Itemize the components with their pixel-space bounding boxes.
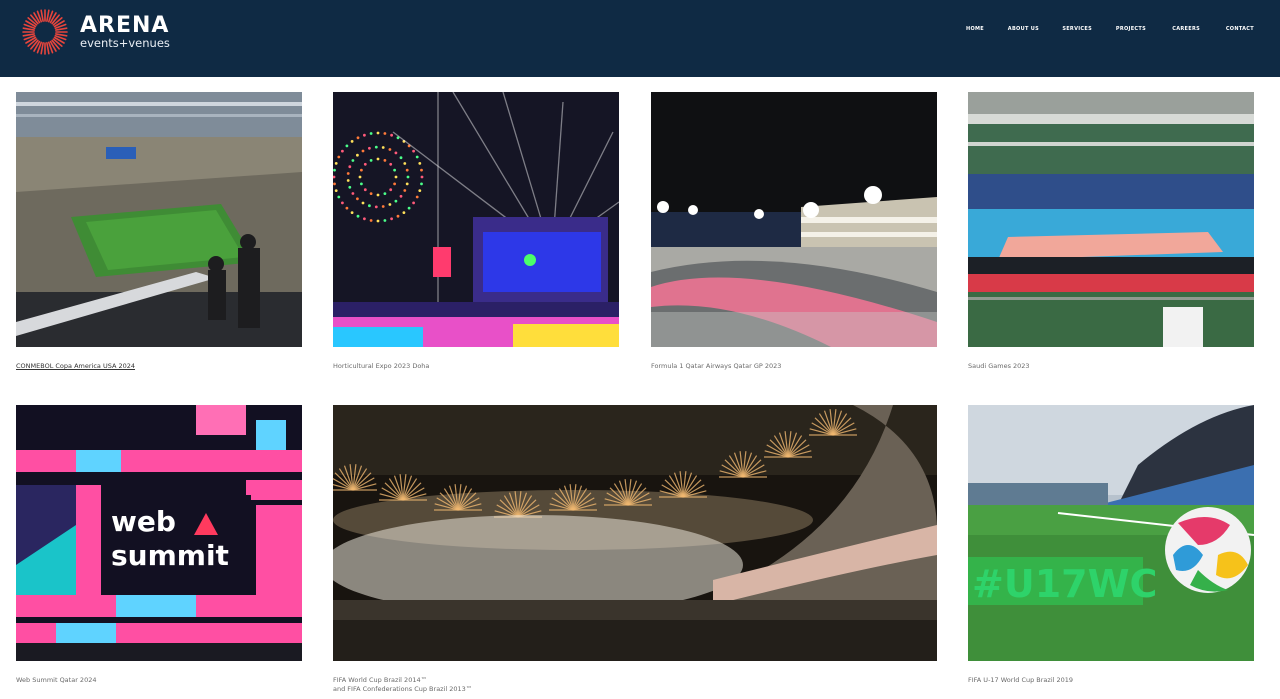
project-caption-copa-america[interactable]: CONMEBOL Copa America USA 2024 (16, 362, 135, 371)
project-image-fifa-world-cup-2014[interactable] (333, 405, 937, 661)
web-summit-logo-line2: summit (111, 539, 229, 572)
brand-logo[interactable]: ARENA events+venues (16, 8, 170, 56)
project-image-copa-america[interactable] (16, 92, 302, 347)
nav-services[interactable]: SERVICES (1062, 26, 1092, 32)
project-caption-fifa-world-cup-2014: FIFA World Cup Brazil 2014™ and FIFA Con… (333, 676, 472, 694)
project-caption-fifa-u17: FIFA U-17 World Cup Brazil 2019 (968, 676, 1074, 684)
nav-home[interactable]: HOME (966, 26, 984, 32)
project-image-saudi-games[interactable] (968, 92, 1254, 347)
brand-wordmark: ARENA events+venues (80, 12, 170, 50)
project-caption-horticultural-expo: Horticultural Expo 2023 Doha (333, 362, 430, 370)
nav-contact[interactable]: CONTACT (1226, 26, 1254, 32)
indoor-volleyball-arena-photo (968, 92, 1254, 347)
project-caption-web-summit: Web Summit Qatar 2024 (16, 676, 97, 684)
concert-drone-show-photo (333, 92, 619, 347)
web-summit-stage-photo: web summit (16, 405, 302, 661)
race-circuit-night-photo (651, 92, 937, 347)
football-pitch-ball-photo: #U17WC (968, 405, 1254, 661)
project-image-formula-1[interactable] (651, 92, 937, 347)
project-caption-formula-1: Formula 1 Qatar Airways Qatar GP 2023 (651, 362, 782, 370)
site-header: ARENA events+venues HOME ABOUT US SERVIC… (0, 0, 1280, 77)
brand-name: ARENA (80, 12, 170, 38)
project-image-web-summit[interactable]: web summit (16, 405, 302, 661)
brand-tagline: events+venues (80, 35, 170, 50)
project-image-fifa-u17[interactable]: #U17WC (968, 405, 1254, 661)
caption-line-1: FIFA World Cup Brazil 2014™ (333, 676, 428, 684)
stadium-fireworks-photo (333, 405, 937, 661)
nav-careers[interactable]: CAREERS (1172, 26, 1200, 32)
u17wc-sign-text: #U17WC (972, 562, 1157, 606)
project-caption-saudi-games: Saudi Games 2023 (968, 362, 1030, 370)
nav-projects[interactable]: PROJECTS (1116, 26, 1146, 32)
caption-line-2: and FIFA Confederations Cup Brazil 2013™ (333, 685, 473, 693)
project-image-horticultural-expo[interactable] (333, 92, 619, 347)
sunburst-logo-icon (22, 9, 68, 55)
nav-about-us[interactable]: ABOUT US (1008, 26, 1039, 32)
stadium-crowd-photo (16, 92, 302, 347)
web-summit-logo-line1: web (111, 505, 176, 538)
